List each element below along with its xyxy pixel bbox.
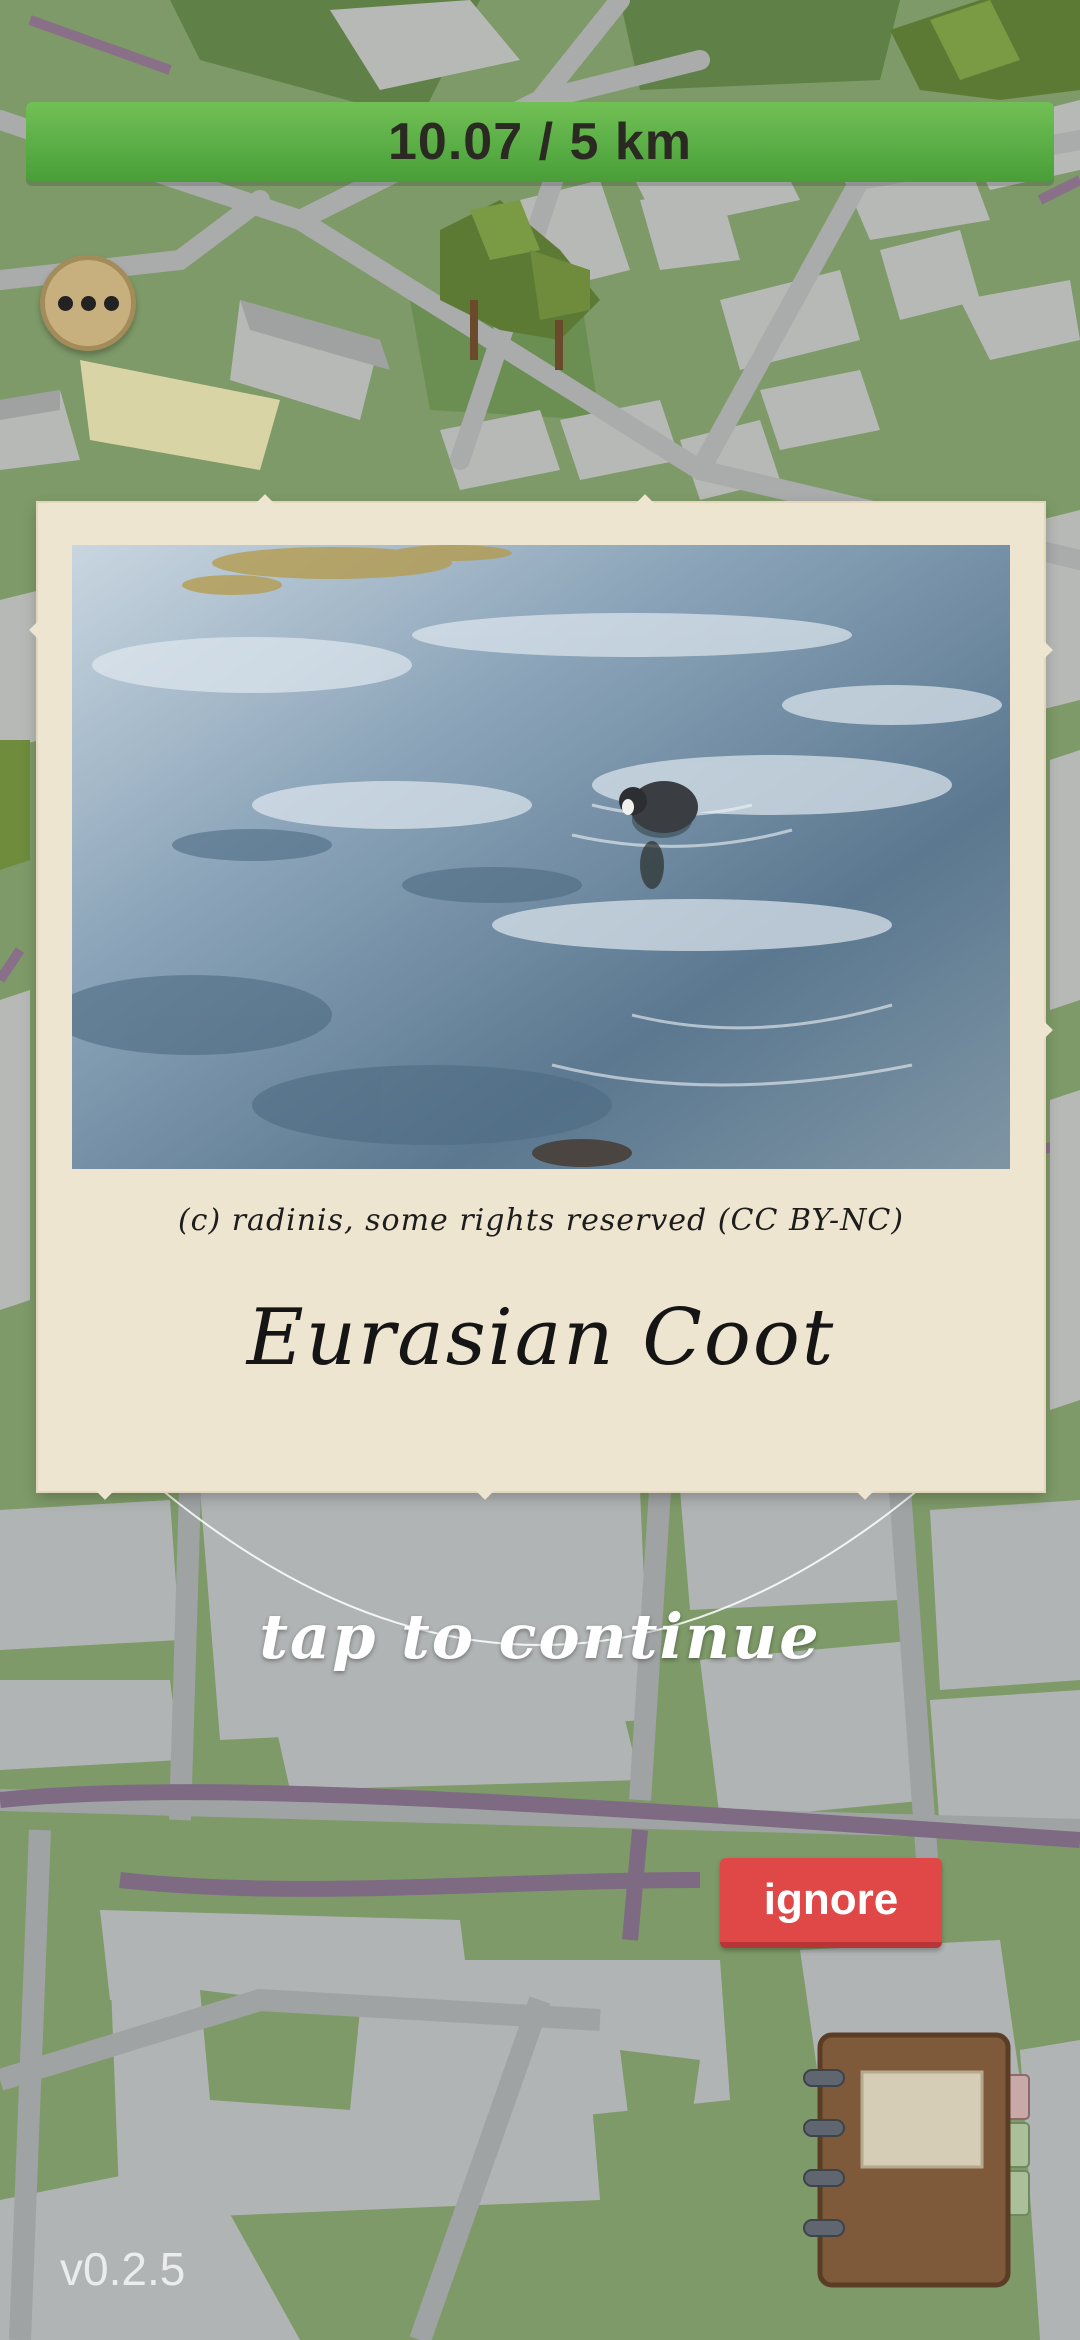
species-card[interactable]: (c) radinis, some rights reserved (CC BY…: [29, 494, 1053, 1500]
distance-progress-label: 10.07 / 5 km: [388, 113, 692, 171]
tap-to-continue-hint[interactable]: tap to continue: [0, 1600, 1080, 1673]
distance-progress-bar: 10.07 / 5 km: [26, 102, 1054, 182]
ignore-button[interactable]: ignore: [720, 1858, 942, 1948]
journal-button[interactable]: [800, 2030, 1040, 2290]
app-screen: 10.07 / 5 km (c) radinis, some rights re…: [0, 0, 1080, 2340]
eurasian-coot-photo: [72, 545, 1010, 1169]
journal-icon: [803, 2032, 1030, 2288]
more-horizontal-icon: [80, 295, 96, 311]
species-name: Eurasian Coot: [246, 1293, 836, 1383]
more-horizontal-icon: [57, 295, 73, 311]
more-menu-button[interactable]: [40, 255, 136, 351]
photo-credit: (c) radinis, some rights reserved (CC BY…: [177, 1203, 905, 1238]
species-photo: [72, 545, 1010, 1169]
more-horizontal-icon: [103, 295, 119, 311]
app-version: v0.2.5: [60, 2243, 186, 2295]
